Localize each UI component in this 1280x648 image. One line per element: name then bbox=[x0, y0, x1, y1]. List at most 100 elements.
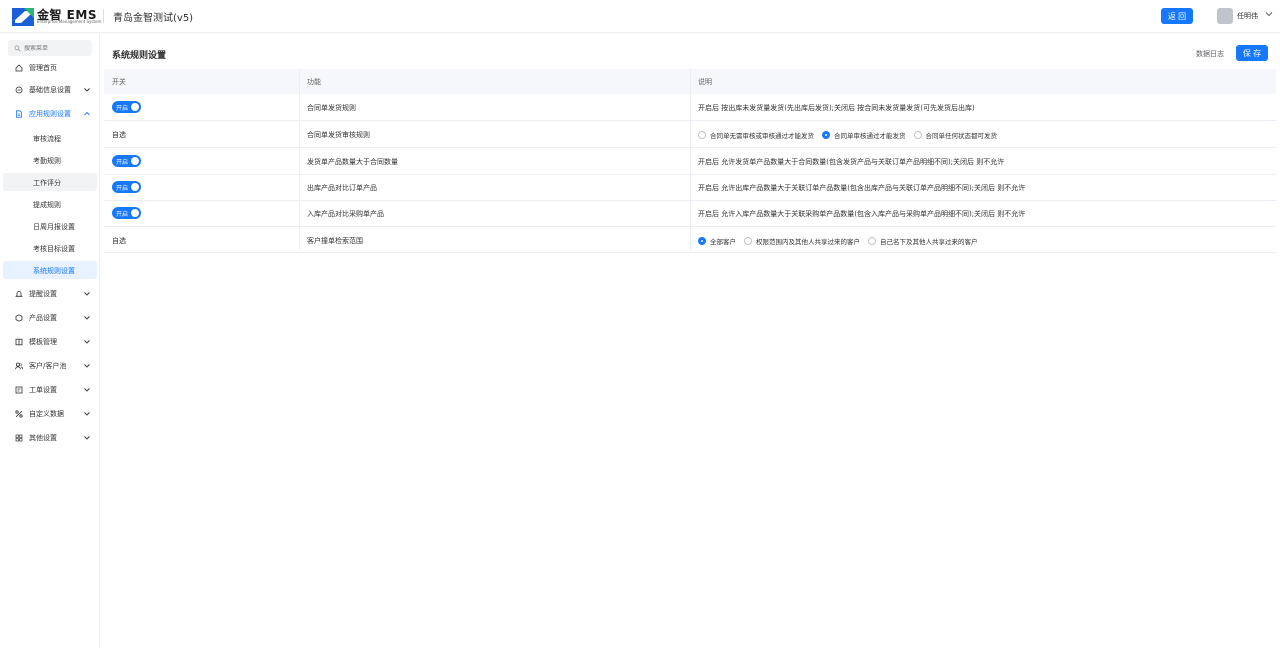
sidebar-item-label: 管理首页 bbox=[29, 64, 57, 72]
sidebar-subitem-reports[interactable]: 日周月报设置 bbox=[3, 217, 97, 235]
user-name[interactable]: 任明伟 bbox=[1237, 11, 1258, 21]
feature-cell: 合同单发货规则 bbox=[307, 104, 356, 112]
sidebar-item-tickets[interactable]: 工单设置 bbox=[3, 381, 97, 399]
search-icon bbox=[14, 44, 21, 52]
sidebar-subitem-commission[interactable]: 提成规则 bbox=[3, 195, 97, 213]
column-header: 功能 bbox=[307, 78, 321, 86]
toggle-switch[interactable]: 开启 bbox=[112, 207, 141, 219]
radio-circle[interactable] bbox=[822, 131, 830, 139]
radio-group: 全部客户 权限范围内及其他人共享过来的客户 自己名下及其他人共享过来的客户 bbox=[698, 236, 986, 246]
sidebar-subitem-system-rules[interactable]: 系统规则设置 bbox=[3, 261, 97, 279]
radio-circle[interactable] bbox=[698, 237, 706, 245]
sidebar-item-label: 其他设置 bbox=[29, 434, 57, 442]
radio-label: 合同单任何状态都可发货 bbox=[925, 132, 998, 140]
grid-icon bbox=[15, 434, 23, 442]
app-title: 青岛金智测试(v5) bbox=[113, 13, 194, 24]
sidebar-subitem-targets[interactable]: 考核目标设置 bbox=[3, 239, 97, 257]
toggle-switch[interactable]: 开启 bbox=[112, 101, 141, 113]
logo-subtitle: Enterprise Management System bbox=[37, 19, 102, 24]
radio-label: 自己名下及其他人共享过来的客户 bbox=[880, 238, 978, 246]
toggle-switch[interactable]: 开启 bbox=[112, 155, 141, 167]
chevron-up-icon bbox=[84, 111, 90, 116]
document-icon bbox=[16, 110, 22, 118]
feature-cell: 客户撞单检索范围 bbox=[307, 237, 363, 245]
avatar[interactable] bbox=[1217, 8, 1233, 24]
sidebar-item-app-rules[interactable]: 应用规则设置 bbox=[3, 105, 97, 123]
sidebar-item-basic-info[interactable]: 基础信息设置 bbox=[3, 81, 97, 99]
chevron-down-icon bbox=[84, 340, 90, 344]
radio-option[interactable]: 全部客户 bbox=[698, 236, 736, 246]
chevron-down-icon bbox=[84, 316, 90, 320]
sidebar-subitem-approval[interactable]: 审核流程 bbox=[3, 129, 97, 147]
cube-icon bbox=[15, 314, 23, 322]
radio-circle[interactable] bbox=[868, 237, 876, 245]
logo[interactable]: 金智 EMS Enterprise Management System bbox=[12, 6, 101, 28]
sidebar-item-label: 基础信息设置 bbox=[29, 86, 71, 94]
description-cell: 开启后 允许入库产品数量大于关联采购单产品数量(包含入库产品与采购单产品明细不同… bbox=[698, 210, 1026, 218]
back-button[interactable]: 返 回 bbox=[1161, 8, 1193, 24]
custom-icon bbox=[15, 410, 23, 418]
switch-label: 开启 bbox=[116, 185, 129, 192]
radio-option[interactable]: 合同单任何状态都可发货 bbox=[913, 130, 998, 140]
sidebar-item-home[interactable]: 管理首页 bbox=[3, 59, 97, 77]
column-divider bbox=[690, 69, 691, 250]
radio-label: 权限范围内及其他人共享过来的客户 bbox=[756, 238, 860, 246]
sidebar-subitem-label: 考核目标设置 bbox=[33, 245, 75, 253]
sidebar-item-templates[interactable]: 模板管理 bbox=[3, 333, 97, 351]
radio-circle[interactable] bbox=[913, 131, 922, 139]
sidebar-item-label: 产品设置 bbox=[29, 314, 57, 322]
sidebar-item-label: 应用规则设置 bbox=[29, 110, 71, 118]
switch-knob bbox=[131, 157, 139, 165]
radio-option[interactable]: 合同单审核通过才能发货 bbox=[822, 130, 906, 140]
radio-label: 合同单无需审核或审核通过才能发货 bbox=[710, 132, 814, 140]
info-icon bbox=[15, 86, 23, 94]
sidebar: 管理首页 基础信息设置 应用规则设置 审核流程 考勤规则 工作评分 提成规则 日… bbox=[0, 33, 100, 648]
sidebar-subitem-label: 工作评分 bbox=[33, 179, 61, 187]
switch-text: 自选 bbox=[112, 237, 126, 245]
switch-knob bbox=[131, 209, 139, 217]
sidebar-item-products[interactable]: 产品设置 bbox=[3, 309, 97, 327]
toggle-switch[interactable]: 开启 bbox=[112, 181, 141, 193]
sidebar-item-reminders[interactable]: 提醒设置 bbox=[3, 285, 97, 303]
search-input[interactable] bbox=[24, 44, 84, 52]
switch-label: 开启 bbox=[116, 105, 129, 112]
save-button[interactable]: 保 存 bbox=[1236, 45, 1268, 61]
sidebar-subitem-label: 日周月报设置 bbox=[33, 223, 75, 231]
chevron-down-icon bbox=[84, 388, 90, 392]
radio-circle[interactable] bbox=[698, 131, 706, 139]
feature-cell: 合同单发货审核规则 bbox=[307, 131, 370, 139]
sidebar-item-label: 客户/客户池 bbox=[29, 362, 67, 370]
chevron-down-icon[interactable] bbox=[1265, 10, 1273, 18]
sidebar-search[interactable] bbox=[8, 40, 92, 56]
radio-option[interactable]: 权限范围内及其他人共享过来的客户 bbox=[744, 236, 860, 246]
sidebar-subitem-label: 系统规则设置 bbox=[33, 267, 75, 275]
sidebar-subitem-label: 审核流程 bbox=[33, 135, 61, 143]
sidebar-item-label: 自定义数据 bbox=[29, 410, 64, 418]
radio-option[interactable]: 自己名下及其他人共享过来的客户 bbox=[868, 236, 978, 246]
radio-label: 合同单审核通过才能发货 bbox=[834, 132, 906, 140]
sidebar-subitem-attendance[interactable]: 考勤规则 bbox=[3, 151, 97, 169]
chevron-down-icon bbox=[84, 412, 90, 416]
feature-cell: 入库产品对比采购单产品 bbox=[307, 210, 384, 218]
page-title: 系统规则设置 bbox=[112, 51, 167, 61]
header-divider bbox=[103, 9, 104, 23]
logo-mark-icon bbox=[12, 8, 34, 26]
chevron-down-icon bbox=[84, 436, 90, 440]
sidebar-item-other[interactable]: 其他设置 bbox=[3, 429, 97, 447]
sidebar-item-custom-data[interactable]: 自定义数据 bbox=[3, 405, 97, 423]
sidebar-item-customers[interactable]: 客户/客户池 bbox=[3, 357, 97, 375]
switch-label: 开启 bbox=[116, 159, 129, 166]
book-icon bbox=[15, 338, 23, 346]
feature-cell: 发货单产品数量大于合同数量 bbox=[307, 158, 398, 166]
radio-option[interactable]: 合同单无需审核或审核通过才能发货 bbox=[698, 130, 814, 140]
radio-circle[interactable] bbox=[744, 237, 752, 245]
data-log-link[interactable]: 数据日志 bbox=[1196, 49, 1224, 59]
description-cell: 开启后 允许出库产品数量大于关联订单产品数量(包含出库产品与关联订单产品明细不同… bbox=[698, 184, 1026, 192]
radio-label: 全部客户 bbox=[710, 238, 736, 246]
sidebar-subitem-work-score[interactable]: 工作评分 bbox=[3, 173, 97, 191]
sidebar-item-label: 模板管理 bbox=[29, 338, 57, 346]
description-cell: 开启后 允许发货单产品数量大于合同数量(包含发货产品与关联订单产品明细不同);关… bbox=[698, 158, 1005, 166]
switch-text: 自选 bbox=[112, 131, 126, 139]
radio-group: 合同单无需审核或审核通过才能发货 合同单审核通过才能发货 合同单任何状态都可发货 bbox=[698, 130, 1005, 140]
column-header: 开关 bbox=[112, 78, 126, 86]
